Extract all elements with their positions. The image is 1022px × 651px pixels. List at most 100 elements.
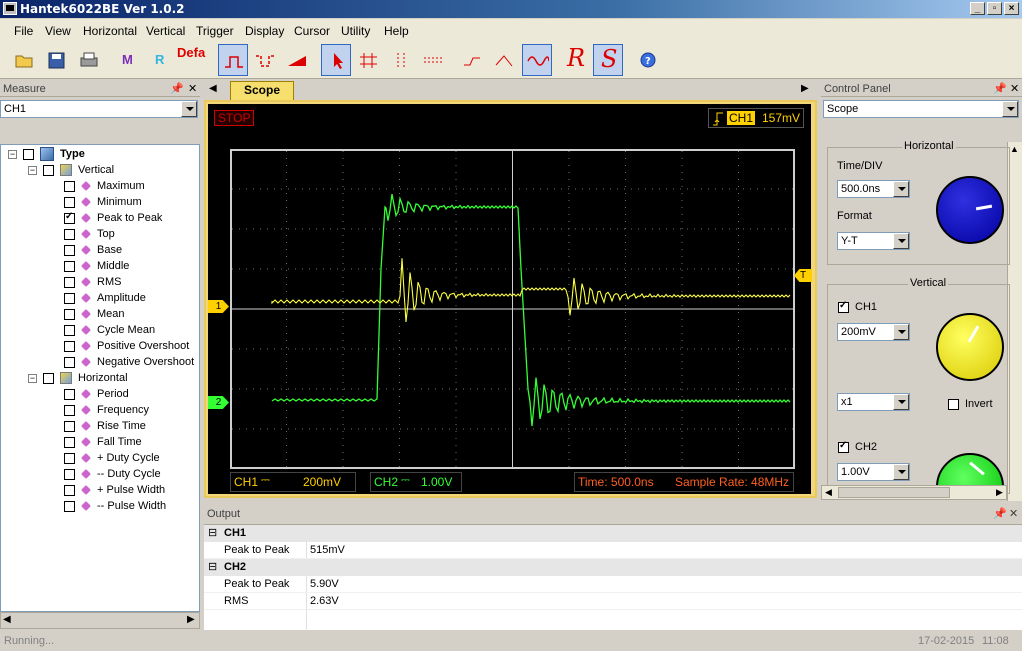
vertical-cursor-button[interactable]: [386, 44, 416, 76]
vertical-measure-item[interactable]: Peak to Peak: [64, 210, 162, 226]
close-icon[interactable]: ✕: [188, 81, 197, 97]
pin-icon[interactable]: 📌: [993, 81, 1007, 97]
save-button[interactable]: [42, 44, 72, 76]
measure-channel-select[interactable]: CH1: [0, 100, 198, 118]
tree-horizontal-row[interactable]: − Horizontal: [28, 370, 128, 386]
ch2-enable-checkbox[interactable]: [838, 440, 849, 453]
measure-checkbox[interactable]: [64, 324, 75, 336]
mode-select[interactable]: Scope: [823, 100, 1019, 118]
ch1-volts-knob[interactable]: [936, 313, 1004, 381]
vertical-measure-item[interactable]: Cycle Mean: [64, 322, 155, 338]
output-group-ch1[interactable]: ⊟ CH1: [204, 525, 1022, 542]
menu-horizontal[interactable]: Horizontal: [83, 24, 137, 38]
invert-checkbox[interactable]: [948, 399, 959, 410]
tree-type-row[interactable]: − Type: [8, 146, 85, 162]
vertical-measure-item[interactable]: Negative Overshoot: [64, 354, 194, 370]
tab-scroll-left-icon[interactable]: ◀: [209, 83, 217, 94]
horizontal-measure-item[interactable]: -- Duty Cycle: [64, 466, 161, 482]
chevron-down-icon[interactable]: [181, 101, 197, 117]
vertical-measure-item[interactable]: Top: [64, 226, 115, 242]
close-button[interactable]: ×: [1004, 2, 1019, 15]
horizontal-measure-item[interactable]: Rise Time: [64, 418, 146, 434]
measure-checkbox[interactable]: [64, 356, 75, 368]
vertical-checkbox[interactable]: [43, 164, 54, 176]
menu-cursor[interactable]: Cursor: [294, 24, 330, 38]
menu-trigger[interactable]: Trigger: [196, 24, 234, 38]
pointer-button[interactable]: [321, 44, 351, 76]
measure-checkbox[interactable]: [64, 340, 75, 352]
output-row[interactable]: Peak to Peak 515mV: [204, 542, 1022, 559]
collapse-icon[interactable]: ⊟: [208, 559, 217, 576]
tab-scope[interactable]: Scope: [230, 81, 294, 100]
close-icon[interactable]: ✕: [1010, 81, 1019, 97]
slope-button[interactable]: [282, 44, 312, 76]
save-wave-button[interactable]: S: [593, 44, 623, 76]
tree-vertical-row[interactable]: − Vertical: [28, 162, 114, 178]
trigger-level-marker[interactable]: T: [794, 269, 812, 282]
vertical-measure-item[interactable]: Middle: [64, 258, 129, 274]
output-group-ch2[interactable]: ⊟ CH2: [204, 559, 1022, 576]
vertical-measure-item[interactable]: RMS: [64, 274, 121, 290]
scroll-up-icon[interactable]: ▲: [1010, 144, 1019, 154]
chevron-down-icon[interactable]: [893, 181, 909, 197]
menu-file[interactable]: File: [14, 24, 33, 38]
measure-checkbox[interactable]: [64, 292, 75, 304]
scroll-thumb[interactable]: [838, 487, 950, 498]
collapse-icon[interactable]: −: [28, 373, 37, 383]
pin-icon[interactable]: 📌: [993, 506, 1007, 523]
math-button[interactable]: M: [122, 52, 133, 67]
output-row[interactable]: Peak to Peak 5.90V: [204, 576, 1022, 593]
ch2-marker[interactable]: 2: [208, 396, 229, 409]
horizontal-checkbox[interactable]: [43, 372, 54, 384]
scroll-left-icon[interactable]: ◀: [3, 614, 11, 625]
default-button[interactable]: Defa: [177, 45, 205, 60]
sine-display-button[interactable]: [522, 44, 552, 76]
measure-checkbox[interactable]: [64, 276, 75, 288]
measure-checkbox[interactable]: [64, 196, 75, 208]
minimize-button[interactable]: _: [970, 2, 985, 15]
vector-display-button[interactable]: [490, 44, 520, 76]
horizontal-cursor-button[interactable]: [418, 44, 448, 76]
vertical-measure-item[interactable]: Base: [64, 242, 122, 258]
vertical-measure-item[interactable]: Maximum: [64, 178, 145, 194]
scroll-right-icon[interactable]: ▶: [187, 614, 195, 625]
ch1-enable-checkbox[interactable]: [838, 300, 849, 313]
ch1-volts-select[interactable]: 200mV: [837, 323, 910, 341]
measure-checkbox[interactable]: [64, 388, 75, 400]
chevron-down-icon[interactable]: [893, 394, 909, 410]
horizontal-measure-item[interactable]: Fall Time: [64, 434, 142, 450]
tab-scroll-right-icon[interactable]: ▶: [801, 83, 809, 94]
measure-checkbox[interactable]: [64, 180, 75, 192]
measure-checkbox[interactable]: [64, 468, 75, 480]
output-row[interactable]: RMS 2.63V: [204, 593, 1022, 610]
collapse-icon[interactable]: −: [8, 149, 17, 159]
measure-checkbox[interactable]: [64, 500, 75, 512]
open-file-button[interactable]: [10, 44, 40, 76]
ch2-volts-select[interactable]: 1.00V: [837, 463, 910, 481]
format-select[interactable]: Y-T: [837, 232, 910, 250]
falling-edge-button[interactable]: [250, 44, 280, 76]
measure-checkbox[interactable]: [64, 484, 75, 496]
record-button[interactable]: R: [561, 44, 591, 76]
measure-checkbox[interactable]: [64, 420, 75, 432]
collapse-icon[interactable]: ⊟: [208, 525, 217, 542]
menu-help[interactable]: Help: [384, 24, 409, 38]
chevron-down-icon[interactable]: [893, 324, 909, 340]
measure-checkbox[interactable]: [64, 211, 75, 224]
waveform-grid[interactable]: [230, 149, 795, 469]
horizontal-measure-item[interactable]: + Pulse Width: [64, 482, 165, 498]
scroll-right-icon[interactable]: ▶: [996, 487, 1003, 498]
measure-checkbox[interactable]: [64, 228, 75, 240]
ch1-marker[interactable]: 1: [208, 300, 229, 313]
measure-checkbox[interactable]: [64, 244, 75, 256]
scope-display[interactable]: STOP CH1 157mV 1 2 T CH1 ⎓ 200mV CH2 ⎓ 1…: [208, 104, 812, 494]
cross-cursor-button[interactable]: [354, 44, 384, 76]
chevron-down-icon[interactable]: [893, 233, 909, 249]
reference-button[interactable]: R: [155, 52, 164, 67]
vertical-measure-item[interactable]: Mean: [64, 306, 125, 322]
vertical-measure-item[interactable]: Minimum: [64, 194, 142, 210]
ch2-volts-knob[interactable]: [936, 453, 1004, 487]
horizontal-measure-item[interactable]: + Duty Cycle: [64, 450, 160, 466]
dots-display-button[interactable]: [458, 44, 488, 76]
collapse-icon[interactable]: −: [28, 165, 37, 175]
